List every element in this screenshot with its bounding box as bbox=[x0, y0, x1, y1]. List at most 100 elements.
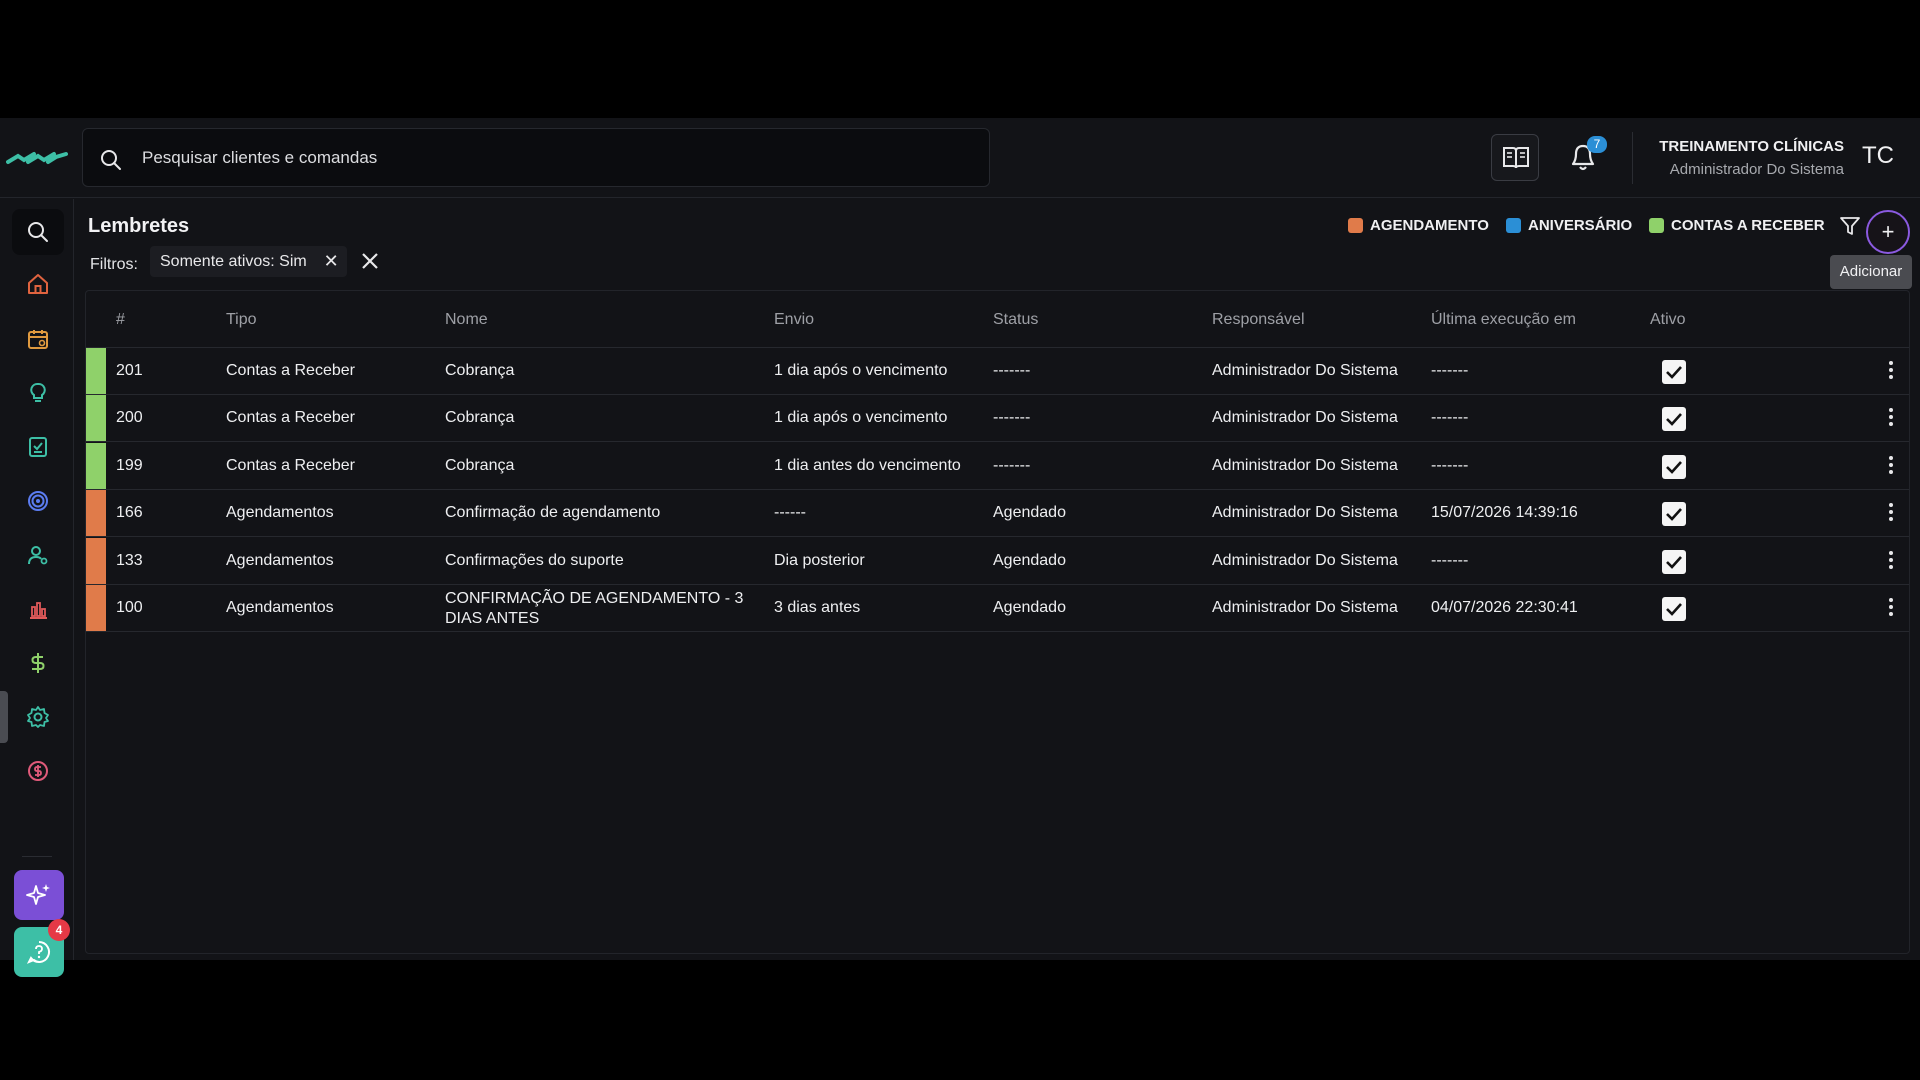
filter-icon[interactable] bbox=[1839, 215, 1861, 237]
search-icon bbox=[28, 222, 48, 242]
column-header-status[interactable]: Status bbox=[993, 311, 1038, 329]
table-row[interactable]: 199 Contas a Receber Cobrança 1 dia antes d… bbox=[86, 443, 1909, 490]
more-options-icon[interactable] bbox=[1886, 361, 1896, 381]
more-options-icon[interactable] bbox=[1886, 456, 1896, 476]
add-button[interactable]: + bbox=[1866, 210, 1910, 254]
cell-responsavel: Administrador Do Sistema bbox=[1212, 504, 1398, 521]
sidebar-item-calendar[interactable] bbox=[12, 316, 64, 362]
cell-tipo: Contas a Receber bbox=[226, 409, 355, 426]
column-header-envio[interactable]: Envio bbox=[774, 311, 814, 329]
search-input[interactable]: Pesquisar clientes e comandas bbox=[82, 128, 990, 187]
cell-status: Agendado bbox=[993, 552, 1066, 569]
users-icon bbox=[28, 546, 48, 565]
sidebar-item-billing[interactable] bbox=[12, 748, 64, 794]
cell-responsavel: Administrador Do Sistema bbox=[1212, 409, 1398, 426]
legend-contas-a-receber: CONTAS A RECEBER bbox=[1649, 215, 1825, 235]
cell-id: 199 bbox=[116, 457, 143, 474]
column-header-id[interactable]: # bbox=[116, 311, 125, 329]
active-checkbox[interactable] bbox=[1662, 597, 1686, 621]
cell-id: 201 bbox=[116, 362, 143, 379]
column-header-ativo[interactable]: Ativo bbox=[1650, 311, 1686, 329]
row-type-color-bar bbox=[86, 538, 106, 584]
table-row[interactable]: 133 Agendamentos Confirmações do suporte Di… bbox=[86, 538, 1909, 585]
brand-logo[interactable] bbox=[6, 146, 68, 168]
cell-ultima: ------- bbox=[1431, 409, 1469, 426]
chat-badge: 4 bbox=[48, 919, 70, 941]
cell-envio: Dia posterior bbox=[774, 552, 865, 569]
close-icon[interactable]: ✕ bbox=[324, 246, 339, 277]
book-button[interactable] bbox=[1491, 134, 1539, 181]
legend-swatch bbox=[1348, 217, 1363, 233]
search-icon bbox=[101, 150, 121, 170]
checkmark-icon bbox=[1666, 508, 1682, 521]
cell-status: ------- bbox=[993, 457, 1031, 474]
notification-badge: 7 bbox=[1587, 136, 1607, 153]
active-checkbox[interactable] bbox=[1662, 455, 1686, 479]
book-icon bbox=[1503, 147, 1529, 169]
column-header-nome[interactable]: Nome bbox=[445, 311, 488, 329]
cell-responsavel: Administrador Do Sistema bbox=[1212, 599, 1398, 616]
row-type-color-bar bbox=[86, 585, 106, 631]
sidebar-item-settings[interactable] bbox=[12, 694, 64, 740]
cell-nome-line2: DIAS ANTES bbox=[445, 610, 540, 627]
sidebar-item-tasks[interactable] bbox=[12, 424, 64, 470]
user-name[interactable]: TREINAMENTO CLÍNICAS bbox=[1659, 138, 1844, 155]
cell-nome: Cobrança bbox=[445, 409, 515, 426]
cell-ultima: 04/07/2026 22:30:41 bbox=[1431, 599, 1578, 616]
sidebar-item-reports[interactable] bbox=[12, 586, 64, 632]
more-options-icon[interactable] bbox=[1886, 551, 1896, 571]
more-options-icon[interactable] bbox=[1886, 503, 1896, 523]
legend-label: CONTAS A RECEBER bbox=[1671, 216, 1825, 234]
home-icon bbox=[28, 274, 48, 294]
cell-status: ------- bbox=[993, 362, 1031, 379]
table-row[interactable]: 201 Contas a Receber Cobrança 1 dia após o … bbox=[86, 348, 1909, 395]
checklist-icon bbox=[29, 437, 47, 457]
cell-responsavel: Administrador Do Sistema bbox=[1212, 552, 1398, 569]
column-header-tipo[interactable]: Tipo bbox=[226, 311, 257, 329]
sidebar-item-goals[interactable] bbox=[12, 478, 64, 524]
calendar-icon bbox=[28, 330, 48, 349]
gear-icon bbox=[27, 706, 49, 728]
row-type-color-bar bbox=[86, 443, 106, 489]
filters-label: Filtros: bbox=[90, 256, 138, 273]
active-checkbox[interactable] bbox=[1662, 407, 1686, 431]
column-header-responsavel[interactable]: Responsável bbox=[1212, 311, 1305, 329]
column-header-ultima-execucao[interactable]: Última execução em bbox=[1431, 311, 1576, 329]
checkmark-icon bbox=[1666, 461, 1682, 474]
active-checkbox[interactable] bbox=[1662, 550, 1686, 574]
row-type-color-bar bbox=[86, 490, 106, 536]
table-row[interactable]: 200 Contas a Receber Cobrança 1 dia após o … bbox=[86, 395, 1909, 442]
sidebar-item-search[interactable] bbox=[12, 209, 64, 255]
checkmark-icon bbox=[1666, 366, 1682, 379]
ai-assistant-button[interactable] bbox=[14, 870, 64, 920]
filter-chip[interactable]: Somente ativos: Sim ✕ bbox=[150, 246, 347, 277]
active-checkbox[interactable] bbox=[1662, 360, 1686, 384]
sidebar-item-ideas[interactable] bbox=[12, 370, 64, 416]
cell-envio: 1 dia antes do vencimento bbox=[774, 457, 961, 474]
cell-nome: Cobrança bbox=[445, 362, 515, 379]
avatar[interactable]: TC bbox=[1856, 134, 1900, 178]
more-options-icon[interactable] bbox=[1886, 408, 1896, 428]
add-tooltip: Adicionar bbox=[1830, 255, 1912, 289]
dollar-icon bbox=[31, 653, 45, 673]
sidebar-item-clients[interactable] bbox=[12, 532, 64, 578]
cell-envio: 1 dia após o vencimento bbox=[774, 362, 948, 379]
cell-nome: Cobrança bbox=[445, 457, 515, 474]
table-row[interactable]: 166 Agendamentos Confirmação de agendament… bbox=[86, 490, 1909, 537]
legend-swatch bbox=[1506, 217, 1521, 233]
cell-envio: 3 dias antes bbox=[774, 599, 861, 616]
reminders-table: # Tipo Nome Envio Status Responsável Últ… bbox=[85, 290, 1910, 954]
checkmark-icon bbox=[1666, 603, 1682, 616]
more-options-icon[interactable] bbox=[1886, 598, 1896, 618]
clear-filters-icon[interactable] bbox=[359, 245, 381, 276]
sidebar-active-indicator bbox=[0, 691, 8, 743]
legend-label: AGENDAMENTO bbox=[1370, 216, 1489, 234]
top-bar: Pesquisar clientes e comandas 7 TREINAME… bbox=[0, 118, 1920, 198]
cell-tipo: Agendamentos bbox=[226, 504, 334, 521]
row-type-color-bar bbox=[86, 348, 106, 394]
cell-id: 133 bbox=[116, 552, 143, 569]
sidebar-item-finance[interactable] bbox=[12, 640, 64, 686]
active-checkbox[interactable] bbox=[1662, 502, 1686, 526]
sidebar-item-home[interactable] bbox=[12, 261, 64, 307]
table-row[interactable]: 100 Agendamentos DIAS ANTES CONFIRMAÇÃO DE … bbox=[86, 585, 1909, 632]
